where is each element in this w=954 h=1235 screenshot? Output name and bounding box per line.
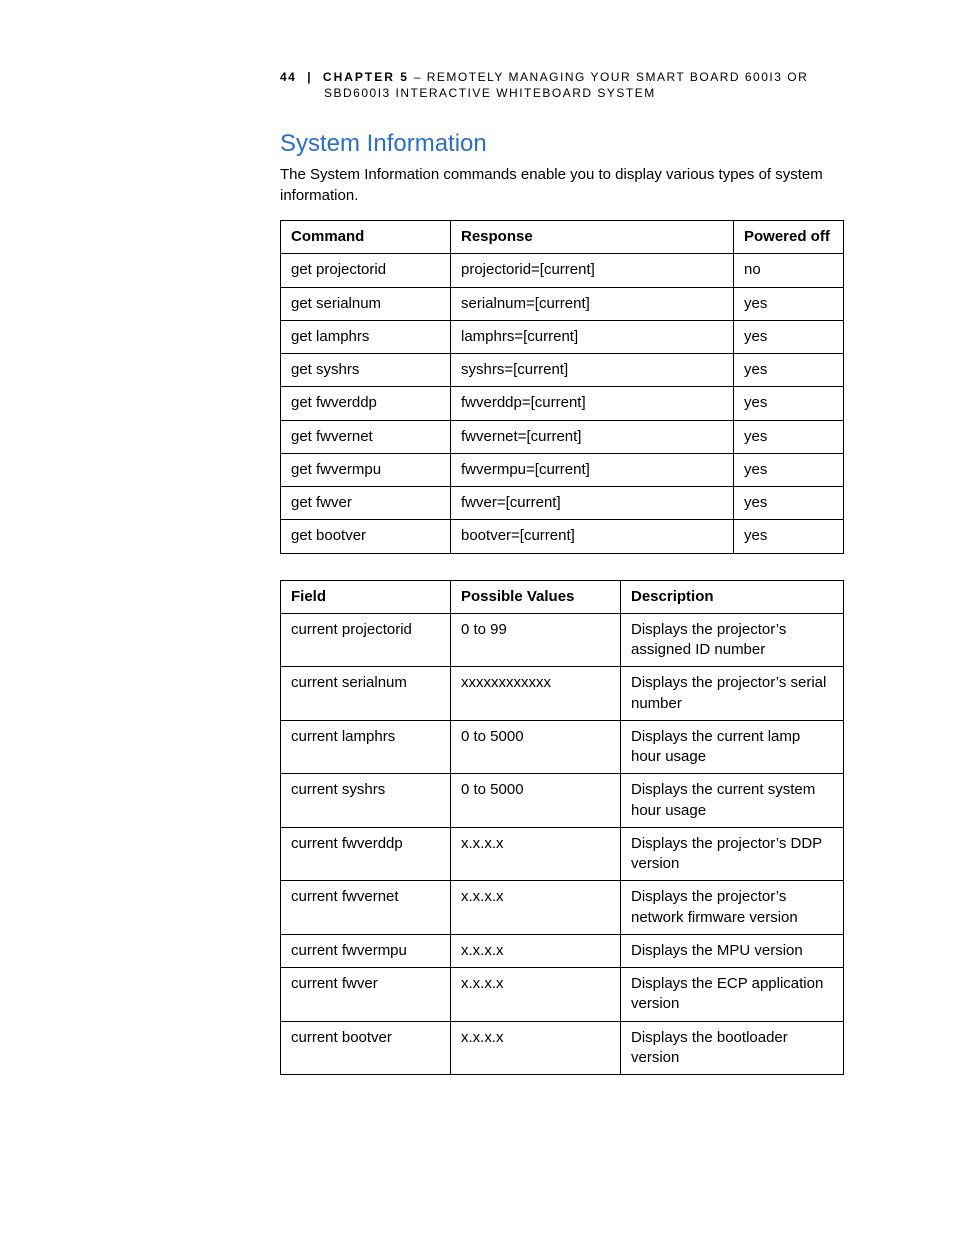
commands-table: Command Response Powered off get project… [280,220,844,554]
table-cell: syshrs=[current] [451,354,734,387]
col-header-response: Response [451,221,734,254]
table-cell: Displays the current system hour usage [621,774,844,828]
col-header-values: Possible Values [451,580,621,613]
table-row: get lamphrslamphrs=[current]yes [281,320,844,353]
table-cell: fwverddp=[current] [451,387,734,420]
table-cell: current fwvernet [281,881,451,935]
running-header-line2: SBD600I3 INTERACTIVE WHITEBOARD SYSTEM [324,86,844,100]
table-row: current fwvermpux.x.x.xDisplays the MPU … [281,934,844,967]
table-cell: Displays the MPU version [621,934,844,967]
col-header-command: Command [281,221,451,254]
table-cell: yes [734,354,844,387]
col-header-description: Description [621,580,844,613]
table-row: get fwvermpufwvermpu=[current]yes [281,453,844,486]
table-cell: current fwvermpu [281,934,451,967]
table-row: get fwverddpfwverddp=[current]yes [281,387,844,420]
table-cell: lamphrs=[current] [451,320,734,353]
table-cell: get bootver [281,520,451,553]
table-header-row: Command Response Powered off [281,221,844,254]
table-cell: xxxxxxxxxxxx [451,667,621,721]
table-cell: fwvernet=[current] [451,420,734,453]
table-cell: Displays the projector’s network firmwar… [621,881,844,935]
chapter-label: CHAPTER 5 [323,70,409,84]
table-cell: fwver=[current] [451,487,734,520]
col-header-field: Field [281,580,451,613]
table-cell: Displays the ECP application version [621,968,844,1022]
table-cell: Displays the current lamp hour usage [621,720,844,774]
table-cell: current fwverddp [281,827,451,881]
table-cell: 0 to 5000 [451,774,621,828]
table-cell: no [734,254,844,287]
table-cell: x.x.x.x [451,968,621,1022]
table-cell: yes [734,387,844,420]
table-cell: bootver=[current] [451,520,734,553]
table-header-row: Field Possible Values Description [281,580,844,613]
table-cell: Displays the projector’s DDP version [621,827,844,881]
table-row: current fwvernetx.x.x.xDisplays the proj… [281,881,844,935]
table-cell: yes [734,453,844,486]
table-cell: x.x.x.x [451,827,621,881]
table-cell: 0 to 99 [451,613,621,667]
table-cell: yes [734,487,844,520]
table-cell: serialnum=[current] [451,287,734,320]
table-cell: 0 to 5000 [451,720,621,774]
table-row: current syshrs0 to 5000Displays the curr… [281,774,844,828]
table-row: current projectorid0 to 99Displays the p… [281,613,844,667]
table-cell: Displays the projector’s assigned ID num… [621,613,844,667]
table-row: get projectoridprojectorid=[current]no [281,254,844,287]
table-cell: projectorid=[current] [451,254,734,287]
table-cell: current lamphrs [281,720,451,774]
table-cell: get serialnum [281,287,451,320]
table-cell: yes [734,287,844,320]
section-title: System Information [280,130,844,158]
table-cell: get lamphrs [281,320,451,353]
table-cell: Displays the projector’s serial number [621,667,844,721]
table-cell: current syshrs [281,774,451,828]
table-cell: Displays the bootloader version [621,1021,844,1075]
table-cell: current fwver [281,968,451,1022]
table-cell: x.x.x.x [451,1021,621,1075]
table-cell: get fwver [281,487,451,520]
table-cell: get fwvermpu [281,453,451,486]
running-header-line1: 44 | CHAPTER 5 – REMOTELY MANAGING YOUR … [280,70,844,84]
table-row: current bootverx.x.x.xDisplays the bootl… [281,1021,844,1075]
table-cell: x.x.x.x [451,881,621,935]
table-row: current serialnumxxxxxxxxxxxxDisplays th… [281,667,844,721]
header-separator: | [307,70,312,84]
section-intro: The System Information commands enable y… [280,164,844,206]
table-row: get fwverfwver=[current]yes [281,487,844,520]
table-row: current fwverx.x.x.xDisplays the ECP app… [281,968,844,1022]
header-dash: – [409,70,427,84]
table-cell: yes [734,420,844,453]
table-row: get syshrssyshrs=[current]yes [281,354,844,387]
table-cell: current projectorid [281,613,451,667]
table-row: current fwverddpx.x.x.xDisplays the proj… [281,827,844,881]
table-cell: get syshrs [281,354,451,387]
table-row: current lamphrs0 to 5000Displays the cur… [281,720,844,774]
page-content: 44 | CHAPTER 5 – REMOTELY MANAGING YOUR … [0,0,954,1075]
col-header-poweredoff: Powered off [734,221,844,254]
table-cell: current bootver [281,1021,451,1075]
table-cell: get fwvernet [281,420,451,453]
page-number: 44 [280,70,296,84]
table-cell: yes [734,320,844,353]
table-cell: yes [734,520,844,553]
table-cell: current serialnum [281,667,451,721]
header-title-1: REMOTELY MANAGING YOUR SMART BOARD 600I3… [427,70,808,84]
table-cell: get projectorid [281,254,451,287]
table-cell: get fwverddp [281,387,451,420]
table-row: get serialnumserialnum=[current]yes [281,287,844,320]
table-cell: x.x.x.x [451,934,621,967]
table-row: get bootverbootver=[current]yes [281,520,844,553]
table-row: get fwvernetfwvernet=[current]yes [281,420,844,453]
table-cell: fwvermpu=[current] [451,453,734,486]
fields-table: Field Possible Values Description curren… [280,580,844,1076]
